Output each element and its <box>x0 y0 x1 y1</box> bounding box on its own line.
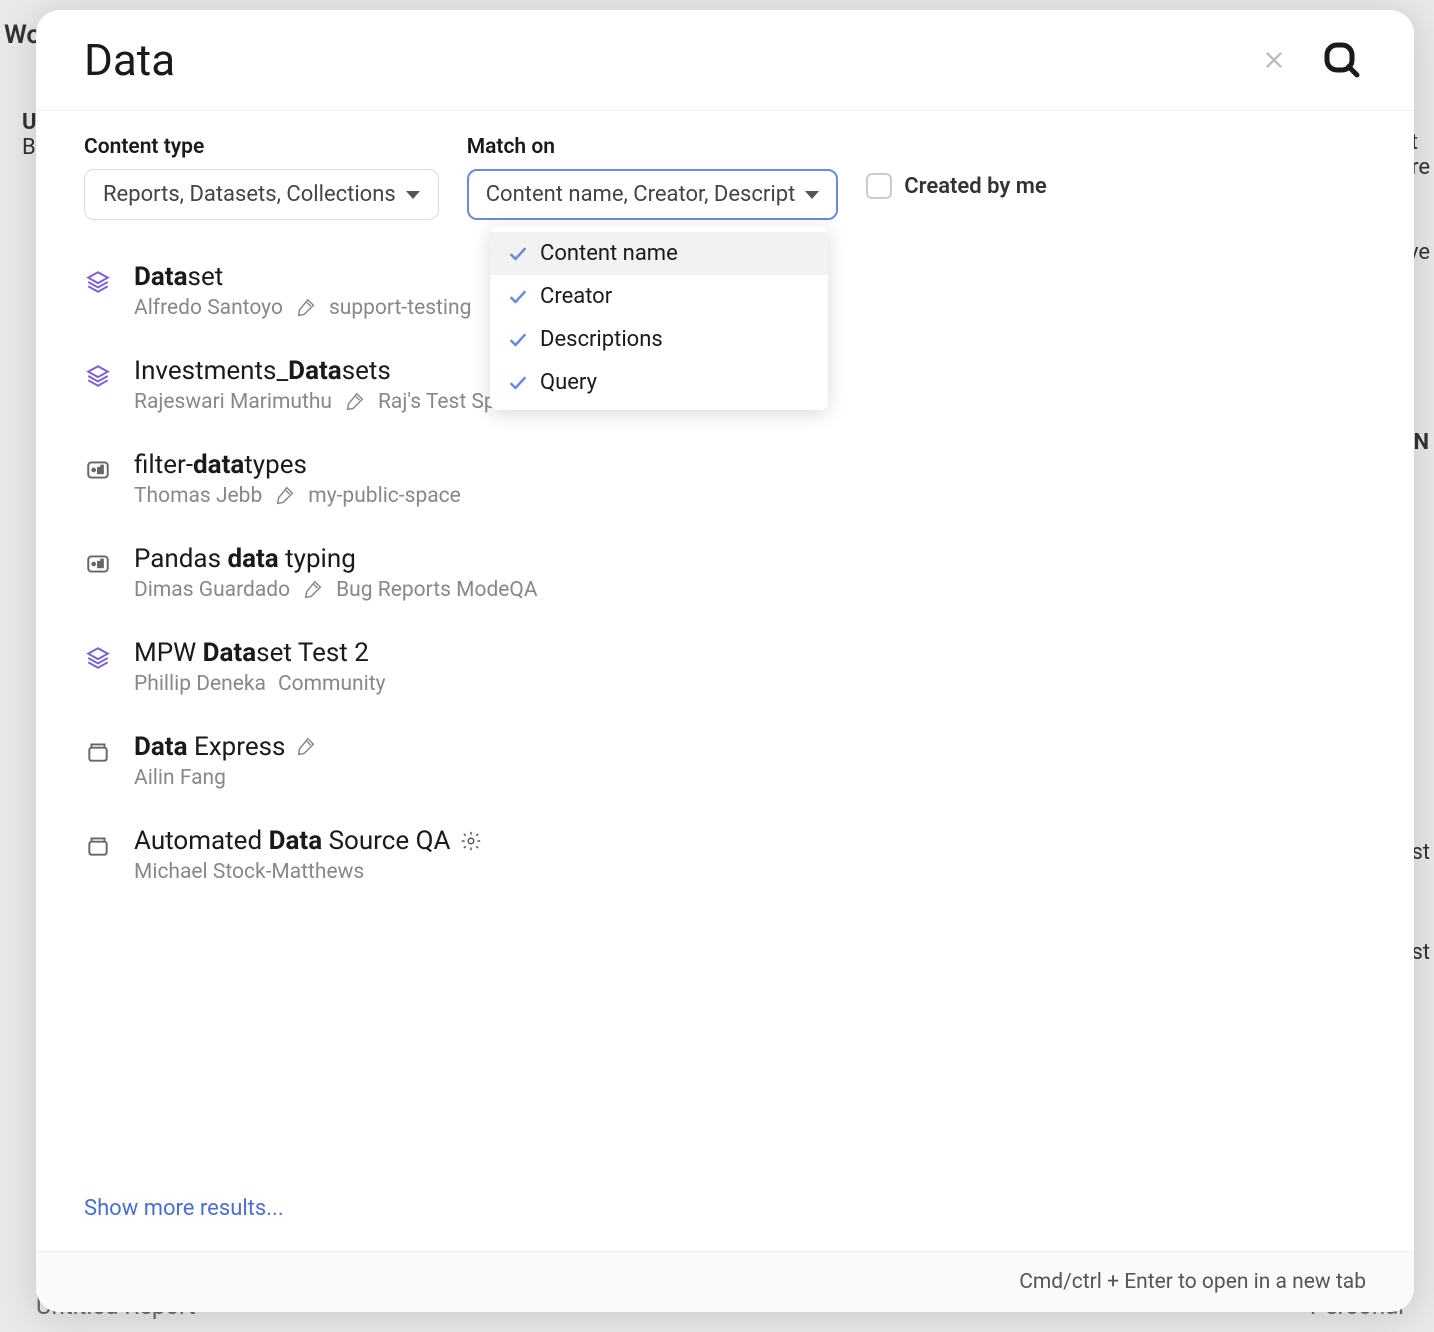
match-on-filter: Match on Content name, Creator, Descript <box>467 135 839 220</box>
match-on-option[interactable]: Query <box>490 361 828 404</box>
option-label: Creator <box>540 284 612 309</box>
result-meta: Ailin Fang <box>134 766 1366 790</box>
search-modal: Content type Reports, Datasets, Collecti… <box>36 10 1414 1312</box>
check-icon <box>508 330 528 350</box>
match-on-dropdown[interactable]: Content name, Creator, Descript <box>467 169 839 220</box>
content-type-filter: Content type Reports, Datasets, Collecti… <box>84 135 439 220</box>
space-icon <box>302 579 324 601</box>
dataset-icon <box>84 268 112 296</box>
content-type-label: Content type <box>84 135 439 159</box>
option-label: Descriptions <box>540 327 663 352</box>
space-icon <box>295 736 317 758</box>
match-on-option[interactable]: Descriptions <box>490 318 828 361</box>
search-result[interactable]: MPW Dataset Test 2 Phillip Deneka Communit… <box>84 620 1366 714</box>
option-label: Query <box>540 370 597 395</box>
content-type-dropdown[interactable]: Reports, Datasets, Collections <box>84 169 439 220</box>
created-by-me-filter: Created by me <box>866 173 1046 199</box>
result-title: Automated Data Source QA <box>134 826 1366 856</box>
option-label: Content name <box>540 241 678 266</box>
created-by-me-label: Created by me <box>904 174 1046 199</box>
check-icon <box>508 373 528 393</box>
gear-icon <box>460 830 482 852</box>
result-author: Ailin Fang <box>134 766 226 790</box>
result-title: filter-datatypes <box>134 450 1366 480</box>
check-icon <box>508 244 528 264</box>
collection-icon <box>84 832 112 860</box>
footer-hint: Cmd/ctrl + Enter to open in a new tab <box>36 1251 1414 1312</box>
search-result[interactable]: Pandas data typing Dimas Guardado Bug Repo… <box>84 526 1366 620</box>
search-result[interactable]: filter-datatypes Thomas Jebb my-public-spa… <box>84 432 1366 526</box>
dataset-icon <box>84 362 112 390</box>
result-author: Alfredo Santoyo <box>134 296 283 320</box>
collection-icon <box>84 738 112 766</box>
check-icon <box>508 287 528 307</box>
report-icon <box>84 456 112 484</box>
result-space: Bug Reports ModeQA <box>336 578 538 602</box>
result-author: Dimas Guardado <box>134 578 290 602</box>
result-meta: Phillip Deneka Community <box>134 672 1366 696</box>
result-author: Thomas Jebb <box>134 484 262 508</box>
match-on-menu: Content name Creator Descriptions Query <box>490 226 828 410</box>
result-author: Michael Stock-Matthews <box>134 860 364 884</box>
result-title: Pandas data typing <box>134 544 1366 574</box>
space-icon <box>295 297 317 319</box>
report-icon <box>84 550 112 578</box>
match-on-option[interactable]: Creator <box>490 275 828 318</box>
result-space: my-public-space <box>308 484 461 508</box>
match-on-option[interactable]: Content name <box>490 232 828 275</box>
filters-row: Content type Reports, Datasets, Collecti… <box>36 111 1414 236</box>
result-meta: Dimas Guardado Bug Reports ModeQA <box>134 578 1366 602</box>
result-title: MPW Dataset Test 2 <box>134 638 1366 668</box>
result-author: Rajeswari Marimuthu <box>134 390 332 414</box>
dataset-icon <box>84 644 112 672</box>
close-icon[interactable] <box>1254 40 1294 80</box>
result-title: Data Express <box>134 732 1366 762</box>
chevron-down-icon <box>805 191 819 199</box>
chevron-down-icon <box>406 191 420 199</box>
show-more: Show more results... <box>36 1176 1414 1251</box>
result-author: Phillip Deneka <box>134 672 266 696</box>
search-result[interactable]: Automated Data Source QA Michael Stock-Ma… <box>84 808 1366 902</box>
result-space: support-testing <box>329 296 472 320</box>
result-space: Community <box>278 672 386 696</box>
search-result[interactable]: Data Express Ailin Fang <box>84 714 1366 808</box>
search-input[interactable] <box>84 34 1254 86</box>
show-more-link[interactable]: Show more results... <box>84 1196 284 1221</box>
space-icon <box>274 485 296 507</box>
result-meta: Thomas Jebb my-public-space <box>134 484 1366 508</box>
match-on-label: Match on <box>467 135 839 159</box>
search-header <box>36 10 1414 111</box>
search-icon[interactable] <box>1318 36 1366 84</box>
space-icon <box>344 391 366 413</box>
created-by-me-checkbox[interactable] <box>866 173 892 199</box>
result-meta: Michael Stock-Matthews <box>134 860 1366 884</box>
